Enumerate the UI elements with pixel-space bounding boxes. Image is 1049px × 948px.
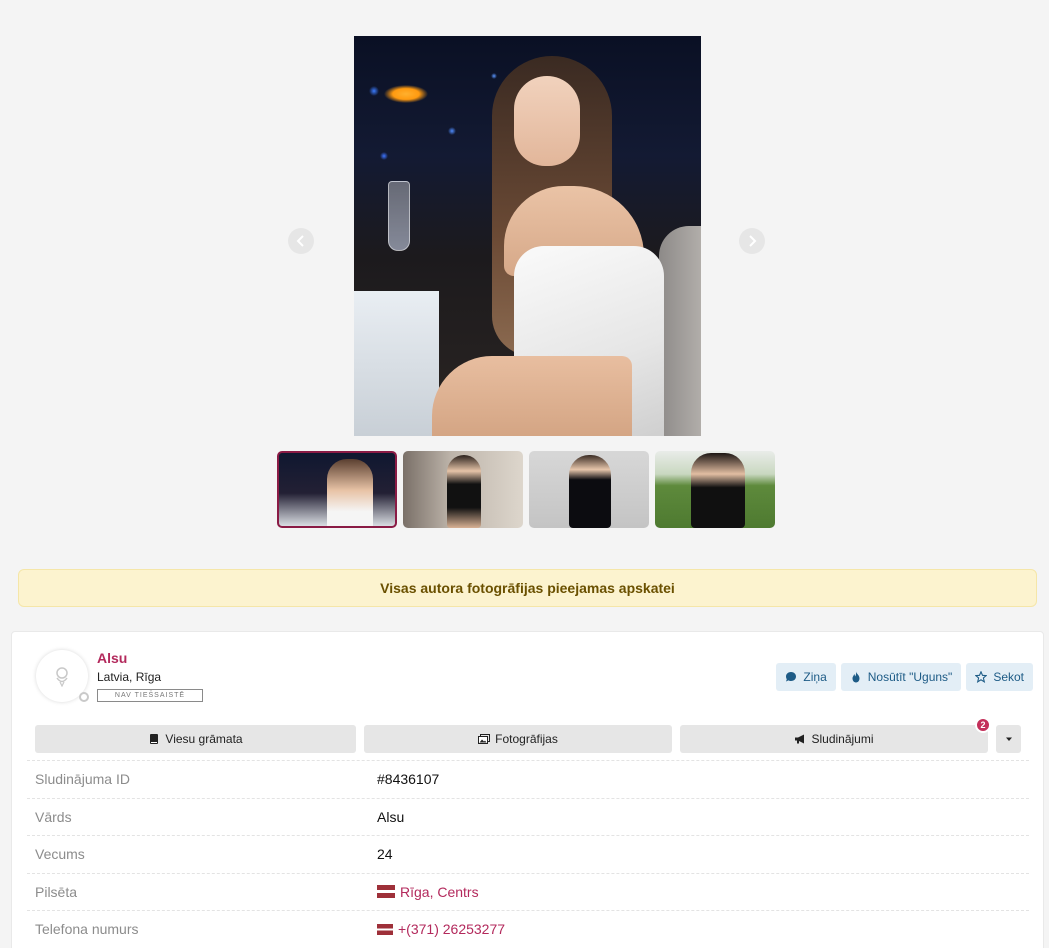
- city-link[interactable]: Rīga, Centrs: [377, 884, 479, 900]
- info-label: Sludinājuma ID: [35, 771, 130, 788]
- thumbnail-figure: [691, 453, 745, 528]
- megaphone-icon: [795, 734, 805, 744]
- book-icon: [150, 734, 159, 744]
- tab-ads-label: Sludinājumi: [811, 732, 874, 746]
- photo-table: [354, 291, 439, 436]
- main-photo[interactable]: [354, 36, 701, 436]
- next-photo-button[interactable]: [739, 228, 765, 254]
- tab-guestbook[interactable]: Viesu grāmata: [35, 725, 356, 753]
- fire-icon: [852, 671, 860, 683]
- caret-down-icon: [1005, 737, 1012, 741]
- thumbnail-strip: [277, 451, 775, 528]
- info-row-phone: Telefona numurs +(371) 26253277: [27, 910, 1029, 948]
- listing-info-table: Sludinājuma ID #8436107 Vārds Alsu Vecum…: [27, 760, 1029, 948]
- follow-button[interactable]: Sekot: [966, 663, 1033, 691]
- info-label: Vārds: [35, 808, 72, 825]
- phone-value: +(371) 26253277: [398, 921, 506, 938]
- info-label: Vecums: [35, 846, 85, 863]
- thumbnail-figure: [447, 455, 481, 528]
- profile-tabs: Viesu grāmata Fotogrāfijas Sludinājumi 2: [35, 717, 1021, 753]
- photo-chair: [659, 226, 701, 436]
- info-row-name: Vārds Alsu: [27, 797, 1029, 836]
- tab-photos[interactable]: Fotogrāfijas: [364, 725, 672, 753]
- thumbnail-2[interactable]: [403, 451, 523, 528]
- ads-count-badge: 2: [975, 717, 991, 733]
- tab-guestbook-label: Viesu grāmata: [165, 732, 243, 746]
- info-label: Pilsēta: [35, 883, 78, 900]
- thumbnail-4[interactable]: [655, 451, 775, 528]
- tab-photos-label: Fotogrāfijas: [495, 732, 558, 746]
- send-fire-button[interactable]: Nosūtīt "Uguns": [840, 663, 962, 691]
- phone-link[interactable]: +(371) 26253277: [377, 921, 505, 937]
- photo-face: [514, 76, 580, 166]
- thumbnail-1[interactable]: [277, 451, 397, 528]
- images-icon: [478, 734, 491, 744]
- info-row-id: Sludinājuma ID #8436107: [27, 760, 1029, 798]
- city-value: Rīga, Centrs: [400, 883, 479, 900]
- info-row-city: Pilsēta Rīga, Centrs: [27, 872, 1029, 911]
- thumbnail-figure: [569, 455, 611, 528]
- chevron-right-icon: [749, 235, 757, 247]
- profile-card: Alsu Latvia, Rīga NAV TIEŠSAISTĒ Ziņa No…: [11, 631, 1044, 948]
- photo-glass: [388, 181, 410, 251]
- latvia-flag-icon: [377, 885, 395, 899]
- avatar-placeholder-icon: [56, 667, 68, 687]
- message-button-label: Ziņa: [803, 670, 827, 684]
- thumbnail-3[interactable]: [529, 451, 649, 528]
- chevron-left-icon: [296, 235, 304, 247]
- online-status-dot: [79, 692, 89, 702]
- tab-ads[interactable]: Sludinājumi: [680, 725, 988, 753]
- prev-photo-button[interactable]: [288, 228, 314, 254]
- status-badge: NAV TIEŠSAISTĒ: [97, 689, 203, 702]
- profile-location: Latvia, Rīga: [97, 670, 162, 684]
- follow-button-label: Sekot: [993, 670, 1024, 684]
- star-icon: [975, 671, 988, 683]
- info-label: Telefona numurs: [35, 921, 139, 938]
- info-value: 24: [377, 846, 393, 863]
- profile-actions: Ziņa Nosūtīt "Uguns" Sekot: [776, 663, 1033, 691]
- info-row-age: Vecums 24: [27, 835, 1029, 873]
- profile-name[interactable]: Alsu: [97, 650, 127, 666]
- photo-gallery: [0, 0, 1049, 545]
- send-fire-button-label: Nosūtīt "Uguns": [867, 670, 953, 684]
- info-value: #8436107: [377, 771, 440, 788]
- photos-available-notice: Visas autora fotogrāfijas pieejamas apsk…: [18, 569, 1037, 607]
- latvia-flag-icon: [377, 923, 393, 935]
- chat-bubble-icon: [786, 672, 797, 682]
- photo-legs: [432, 356, 632, 436]
- message-button[interactable]: Ziņa: [776, 663, 836, 691]
- tabs-dropdown-button[interactable]: [996, 725, 1021, 753]
- info-value: Alsu: [377, 808, 405, 825]
- thumbnail-figure: [327, 459, 373, 526]
